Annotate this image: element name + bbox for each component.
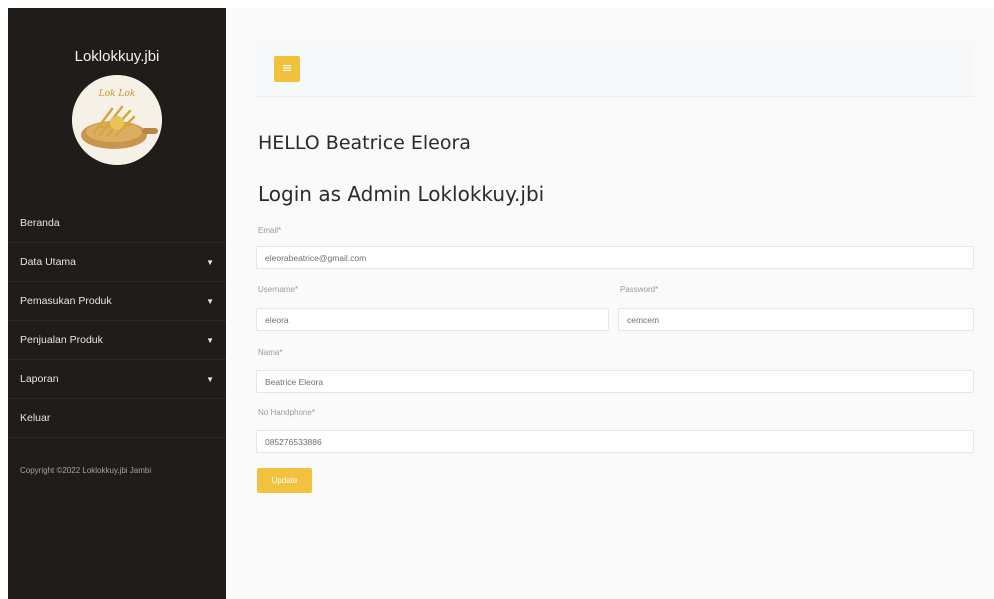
update-button[interactable]: Update — [257, 468, 312, 493]
password-label: Password* — [620, 285, 659, 294]
brand-name: Loklokkuy.jbi — [74, 48, 160, 65]
sidebar-item-penjualan-produk[interactable]: Penjualan Produk ▼ — [8, 321, 226, 360]
main-content: ≡ HELLO Beatrice Eleora Login as Admin L… — [226, 8, 994, 599]
password-field[interactable] — [618, 308, 974, 331]
logo-lettering: Lok Lok — [98, 89, 136, 99]
menu-toggle-button[interactable]: ≡ — [274, 56, 300, 82]
email-label: Email* — [258, 226, 282, 235]
sidebar-nav: Beranda Data Utama ▼ Pemasukan Produk ▼ … — [8, 204, 226, 438]
sidebar-item-label: Penjualan Produk — [20, 334, 103, 346]
sidebar-item-beranda[interactable]: Beranda — [8, 204, 226, 243]
sidebar-item-label: Beranda — [20, 217, 60, 229]
nama-field[interactable] — [256, 370, 974, 393]
sidebar-item-laporan[interactable]: Laporan ▼ — [8, 360, 226, 399]
username-field[interactable] — [256, 308, 609, 331]
hamburger-icon: ≡ — [281, 61, 293, 76]
email-field[interactable] — [256, 246, 974, 269]
no-handphone-field[interactable] — [256, 430, 974, 453]
greeting-heading: HELLO Beatrice Eleora — [258, 132, 471, 154]
nama-label: Nama* — [258, 348, 283, 357]
sidebar-item-keluar[interactable]: Keluar — [8, 399, 226, 438]
sidebar-item-data-utama[interactable]: Data Utama ▼ — [8, 243, 226, 282]
chevron-down-icon: ▼ — [206, 374, 214, 384]
no-handphone-label: No Handphone* — [258, 408, 315, 417]
username-label: Username* — [258, 285, 299, 294]
page-title: Login as Admin Loklokkuy.jbi — [258, 182, 545, 206]
sidebar-item-label: Data Utama — [20, 256, 77, 268]
sidebar: Loklokkuy.jbi Lok Lok Beranda Data Utama… — [8, 8, 226, 599]
sidebar-item-label: Pemasukan Produk — [20, 295, 112, 307]
sidebar-item-pemasukan-produk[interactable]: Pemasukan Produk ▼ — [8, 282, 226, 321]
top-bar: ≡ — [256, 42, 974, 97]
chevron-down-icon: ▼ — [206, 296, 214, 306]
chevron-down-icon: ▼ — [206, 257, 214, 267]
copyright-text: Copyright ©2022 Loklokkuy.jbi Jambi — [20, 466, 152, 475]
sidebar-item-label: Laporan — [20, 373, 59, 385]
brand-logo: Lok Lok — [72, 75, 162, 165]
chevron-down-icon: ▼ — [206, 335, 214, 345]
sidebar-item-label: Keluar — [20, 412, 51, 424]
